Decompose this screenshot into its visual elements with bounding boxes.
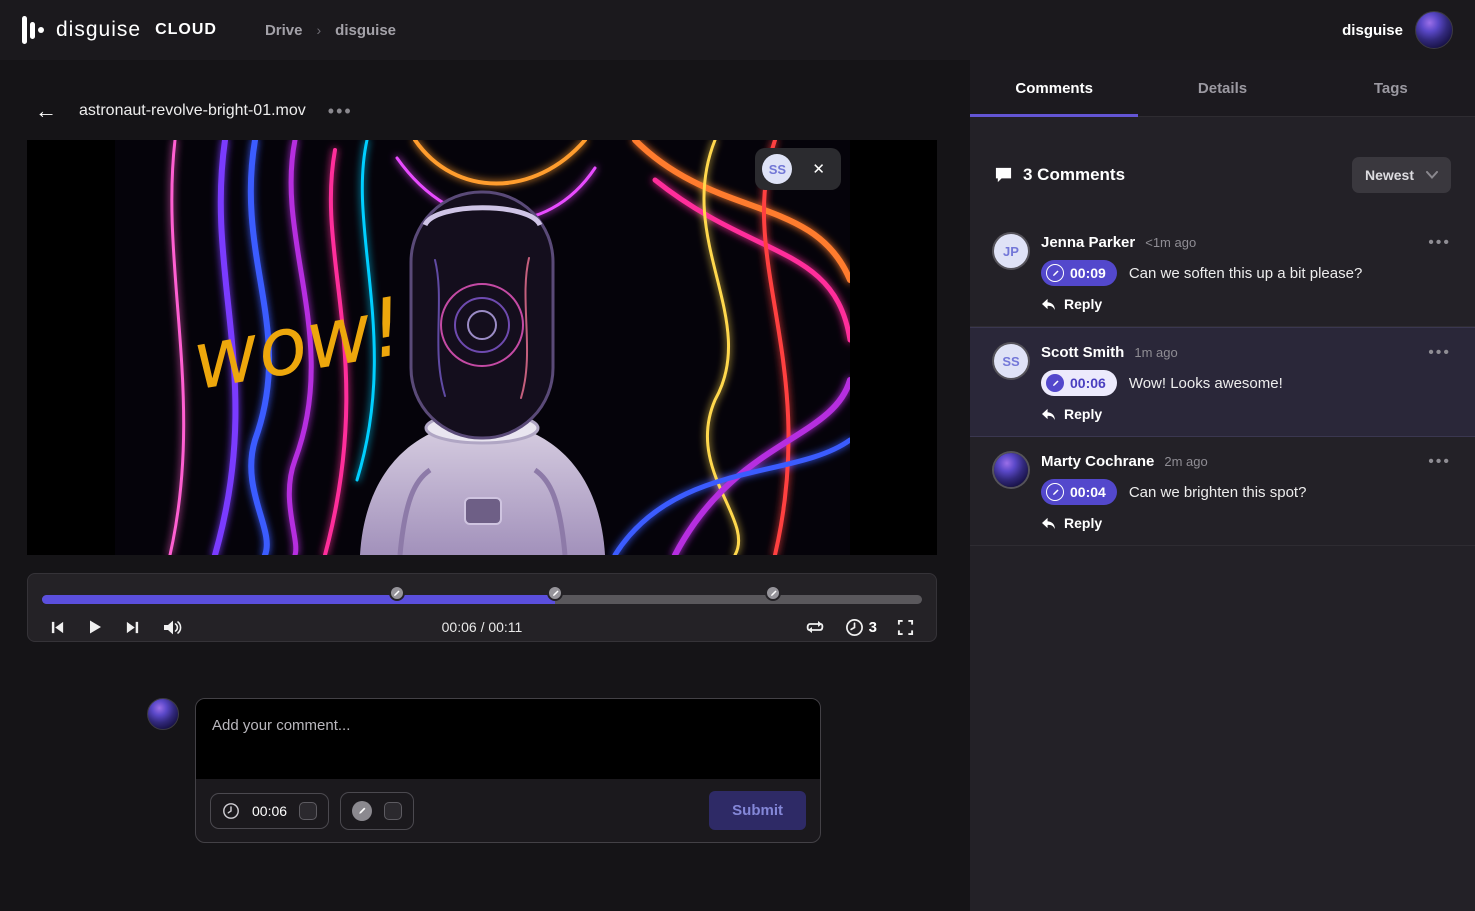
comment-time-ago: 1m ago (1134, 345, 1177, 360)
breadcrumb: Drive › disguise (265, 22, 396, 39)
commenter-avatar: SS (994, 344, 1028, 378)
main-content: ← astronaut-revolve-bright-01.mov ••• (0, 60, 970, 911)
submit-button[interactable]: Submit (709, 791, 806, 830)
panel-tabs: Comments Details Tags (970, 60, 1475, 117)
commenter-avatar (994, 453, 1028, 487)
comment-time-ago: <1m ago (1145, 235, 1196, 250)
fullscreen-button[interactable] (897, 619, 914, 636)
tab-details[interactable]: Details (1138, 60, 1306, 116)
annotation-author-chip: SS ✕ (755, 148, 841, 190)
comment-timestamp-badge[interactable]: 00:04 (1041, 479, 1117, 505)
reply-button[interactable]: Reply (1041, 406, 1102, 422)
comment-text: Wow! Looks awesome! (1129, 375, 1283, 392)
comments-count-label: 3 Comments (1023, 165, 1125, 185)
annotation-marker-icon (551, 589, 560, 598)
right-panel: Comments Details Tags 3 Comments Newest … (970, 60, 1475, 911)
comment-text: Can we soften this up a bit please? (1129, 265, 1362, 282)
sort-dropdown[interactable]: Newest (1352, 157, 1451, 193)
next-frame-button[interactable] (125, 620, 140, 635)
annotation-checkbox[interactable] (384, 802, 402, 820)
commenter-name: Jenna Parker (1041, 234, 1135, 251)
commenter-avatar: JP (994, 234, 1028, 268)
comment-timestamp: 00:09 (1070, 265, 1106, 281)
timeline-marker[interactable] (389, 585, 405, 601)
file-title: astronaut-revolve-bright-01.mov (79, 102, 306, 120)
comment-timestamps-toggle[interactable]: 3 (845, 618, 877, 637)
comment-more-button[interactable]: ••• (1428, 344, 1451, 362)
reply-button[interactable]: Reply (1041, 296, 1102, 312)
annotation-marker-icon (392, 589, 401, 598)
commenter-name: Scott Smith (1041, 344, 1124, 361)
comment-timestamp: 00:04 (1070, 484, 1106, 500)
annotation-toggle-pill[interactable] (340, 792, 414, 830)
timestamp-checkbox[interactable] (299, 802, 317, 820)
clock-icon (222, 802, 240, 820)
comment-input[interactable] (196, 699, 820, 779)
sort-label: Newest (1365, 167, 1414, 183)
user-avatar[interactable] (1415, 11, 1453, 49)
comment-item[interactable]: JP Jenna Parker <1m ago 00:09 Can w (970, 217, 1475, 327)
comment-compose-box: 00:06 Submit (195, 698, 821, 843)
annotation-icon (1046, 483, 1064, 501)
back-button[interactable]: ← (35, 100, 57, 122)
breadcrumb-drive[interactable]: Drive (265, 22, 303, 39)
tab-tags[interactable]: Tags (1307, 60, 1475, 116)
comment-timestamp: 00:06 (1070, 375, 1106, 391)
comment-item[interactable]: Marty Cochrane 2m ago 00:04 Can we brigh… (970, 437, 1475, 546)
reply-button[interactable]: Reply (1041, 515, 1102, 531)
brand-logo[interactable]: disguise CLOUD (22, 15, 217, 45)
compose-user-avatar (147, 698, 179, 730)
annotation-author-avatar: SS (762, 154, 792, 184)
chevron-right-icon: › (316, 22, 321, 38)
disguise-logo-icon (22, 15, 44, 45)
compose-timestamp: 00:06 (252, 803, 287, 819)
user-name: disguise (1342, 22, 1403, 39)
annotation-icon (1046, 374, 1064, 392)
breadcrumb-disguise[interactable]: disguise (335, 22, 396, 39)
file-more-button[interactable]: ••• (328, 101, 353, 122)
comment-bubble-icon (994, 166, 1013, 184)
comment-time-ago: 2m ago (1164, 454, 1207, 469)
video-player[interactable]: wow! SS ✕ (27, 140, 937, 555)
timestamp-count: 3 (869, 619, 877, 636)
tab-comments[interactable]: Comments (970, 60, 1138, 116)
player-controls: 00:06 / 00:11 3 (27, 573, 937, 642)
annotation-icon (352, 801, 372, 821)
timeline-marker[interactable] (547, 585, 563, 601)
comment-more-button[interactable]: ••• (1428, 453, 1451, 471)
progress-fill (42, 595, 555, 604)
brand-name: disguise (56, 18, 141, 42)
reply-arrow-icon (1041, 298, 1056, 311)
comment-list: JP Jenna Parker <1m ago 00:09 Can w (970, 217, 1475, 546)
clock-icon (845, 618, 864, 637)
comment-timestamp-badge-active[interactable]: 00:06 (1041, 370, 1117, 396)
comment-item-selected[interactable]: SS Scott Smith 1m ago 00:06 Wow! Lo (970, 327, 1475, 437)
previous-frame-button[interactable] (50, 620, 65, 635)
annotation-marker-icon (769, 589, 778, 598)
loop-button[interactable] (805, 619, 825, 635)
play-button[interactable] (87, 619, 103, 635)
reply-arrow-icon (1041, 408, 1056, 421)
video-frame: wow! (115, 140, 850, 555)
annotation-icon (1046, 264, 1064, 282)
timestamp-toggle-pill[interactable]: 00:06 (210, 793, 329, 829)
reply-arrow-icon (1041, 517, 1056, 530)
top-nav: disguise CLOUD Drive › disguise disguise (0, 0, 1475, 60)
comment-text: Can we brighten this spot? (1129, 484, 1307, 501)
chevron-down-icon (1426, 171, 1438, 179)
timeline-track[interactable] (42, 595, 922, 604)
brand-suffix: CLOUD (155, 21, 217, 39)
volume-button[interactable] (162, 619, 182, 636)
commenter-name: Marty Cochrane (1041, 453, 1154, 470)
close-icon[interactable]: ✕ (812, 160, 825, 178)
comment-more-button[interactable]: ••• (1428, 234, 1451, 252)
comment-timestamp-badge[interactable]: 00:09 (1041, 260, 1117, 286)
